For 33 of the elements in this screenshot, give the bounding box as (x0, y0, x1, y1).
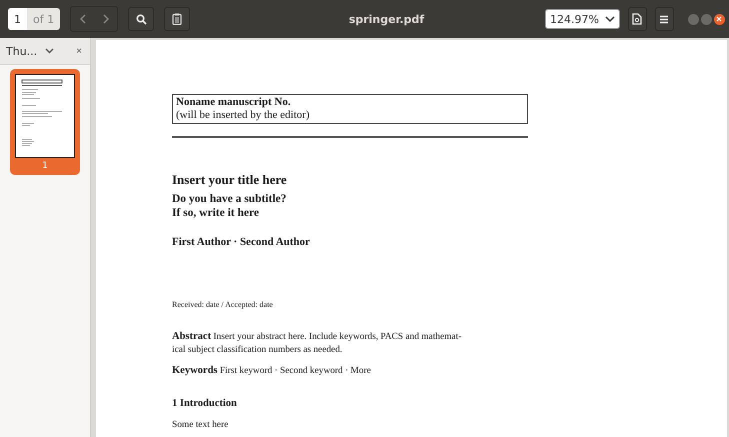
sidebar-tab-dropdown[interactable]: Thu... (6, 44, 54, 58)
close-icon (716, 16, 722, 22)
close-button[interactable] (714, 14, 725, 24)
search-icon (136, 14, 147, 24)
keywords-text: Keywords First keyword · Second keyword · More (172, 365, 372, 376)
author-list: First Author · Second Author (172, 236, 727, 248)
received-date: Received: date / Accepted: date (172, 300, 274, 309)
body-text: Some text here (172, 420, 230, 430)
page-count: of 1 (32, 12, 56, 28)
search-button[interactable] (128, 7, 154, 31)
paper-title: Insert your title here (172, 172, 288, 188)
menu-button[interactable] (654, 7, 674, 31)
abstract-text: ical subject classification numbers as needed. (172, 344, 344, 357)
page-number-field[interactable]: 1 of 1 (8, 8, 60, 30)
paper-subtitle: If so, write it here (172, 206, 260, 220)
zoom-dropdown[interactable]: 124.97% (545, 9, 620, 29)
menu-icon (659, 14, 670, 24)
paper-subtitle: Do you have a subtitle? (172, 192, 288, 206)
document-button[interactable] (628, 7, 647, 31)
manuscript-note: (will be inserted by the editor) (176, 109, 310, 122)
section-heading: 1 Introduction (172, 398, 238, 409)
chevron-down-icon (45, 48, 54, 54)
abstract-text: Abstract Insert your abstract here. Include keywords, PACS and mathemat- (172, 330, 462, 344)
clipboard-icon (172, 13, 182, 25)
close-sidebar-button[interactable]: × (74, 46, 84, 56)
chevron-down-icon (604, 16, 615, 22)
chevron-right-icon (102, 14, 110, 24)
chevron-left-icon (78, 14, 87, 24)
manuscript-note: Noname manuscript No. (176, 96, 292, 109)
annotations-button[interactable] (164, 7, 190, 31)
page-number-label: 1 (42, 160, 48, 173)
document-icon (632, 13, 642, 25)
window-title: springer.pdf (348, 12, 424, 26)
